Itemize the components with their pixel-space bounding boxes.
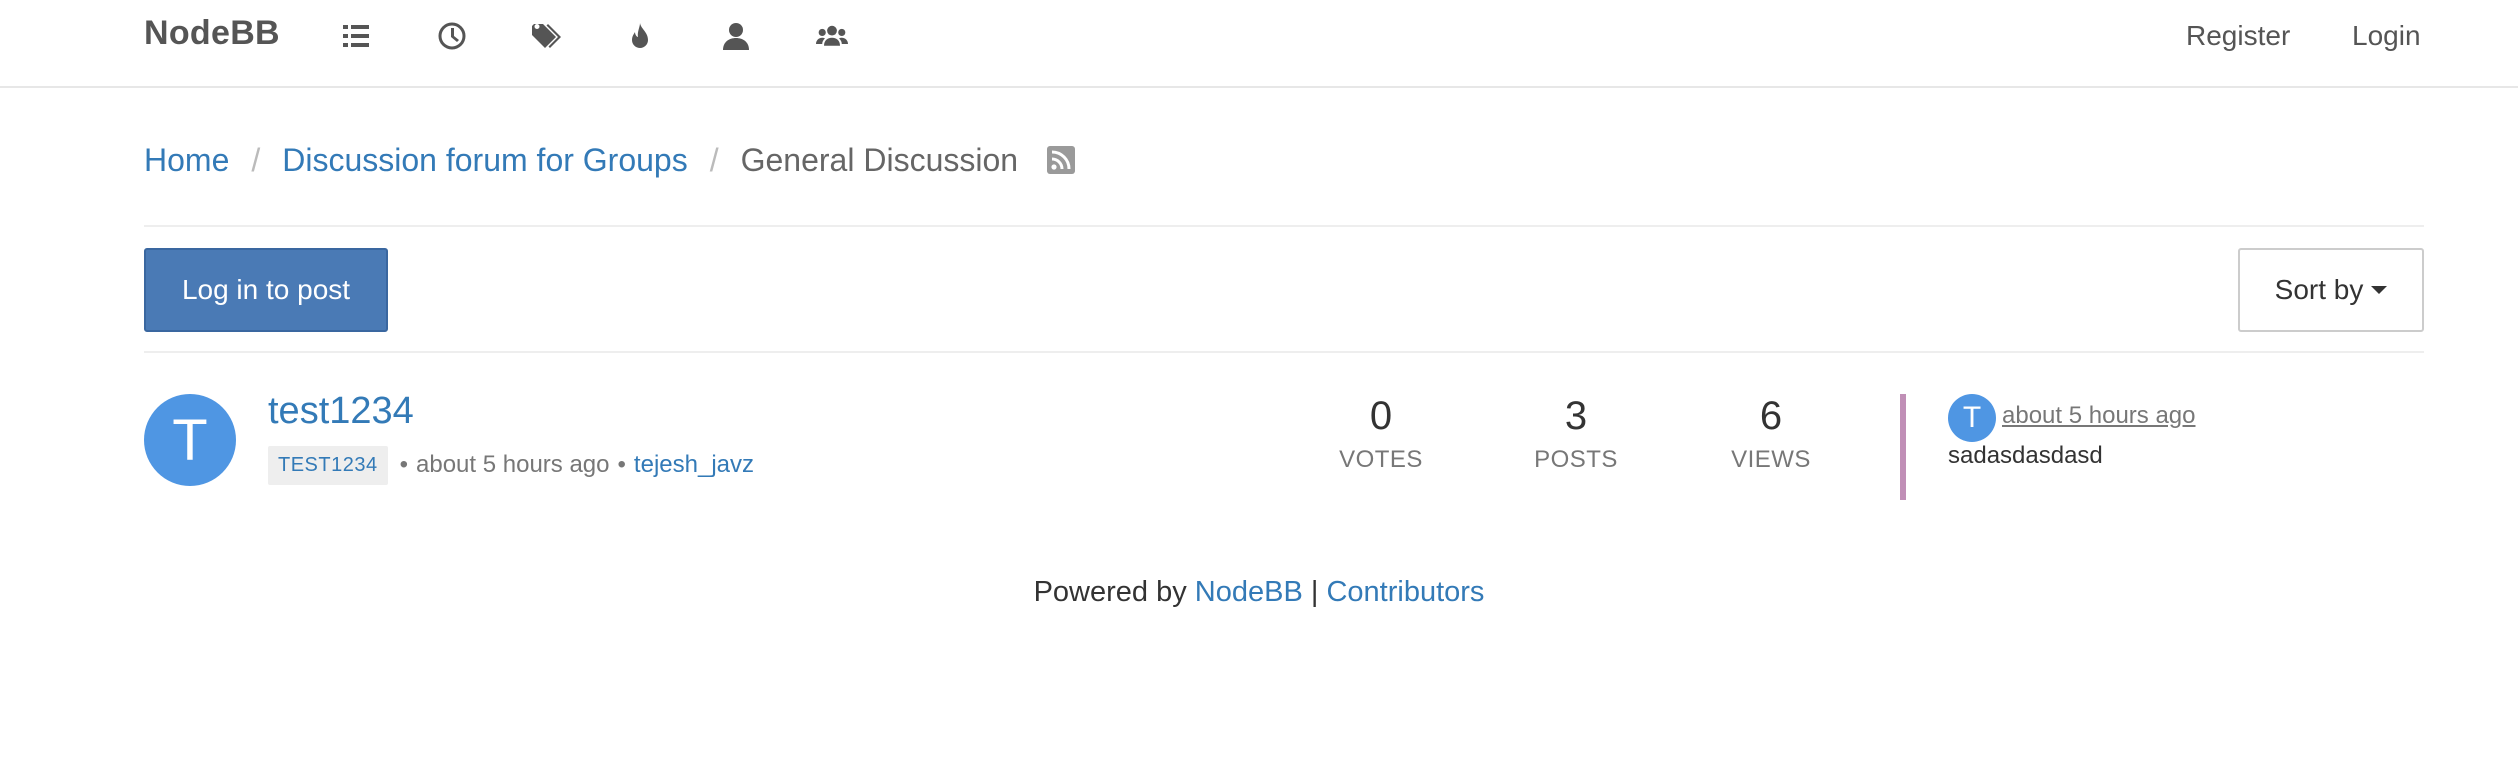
votes-stat: 0 VOTES bbox=[1311, 392, 1451, 474]
avatar[interactable]: T bbox=[144, 394, 236, 486]
breadcrumb-separator: / bbox=[709, 141, 719, 178]
topic-tag[interactable]: TEST1234 bbox=[268, 445, 388, 485]
categories-icon[interactable] bbox=[338, 18, 374, 54]
footer: Powered by NodeBB | Contributors bbox=[0, 576, 2518, 609]
breadcrumb-home[interactable]: Home bbox=[144, 142, 229, 179]
breadcrumb-separator: / bbox=[251, 141, 261, 178]
meta-dot: • bbox=[399, 451, 409, 478]
views-count: 6 bbox=[1759, 394, 1783, 438]
brand-logo-link[interactable]: NodeBB bbox=[144, 14, 280, 53]
popular-icon[interactable] bbox=[622, 18, 658, 54]
category-color-bar bbox=[1900, 394, 1906, 500]
views-label: VIEWS bbox=[1731, 446, 1811, 473]
nodebb-link[interactable]: NodeBB bbox=[1195, 576, 1303, 608]
breadcrumb-parent-category[interactable]: Discussion forum for Groups bbox=[282, 142, 687, 179]
topic-timestamp: about 5 hours ago bbox=[416, 451, 610, 478]
groups-icon[interactable] bbox=[814, 18, 850, 54]
meta-dot: • bbox=[617, 451, 626, 478]
posts-label: POSTS bbox=[1534, 446, 1618, 473]
posts-count: 3 bbox=[1564, 394, 1588, 438]
footer-separator: | bbox=[1310, 576, 1319, 608]
tags-icon[interactable] bbox=[528, 18, 564, 54]
footer-prefix: Powered by bbox=[1033, 576, 1187, 608]
sort-by-label: Sort by bbox=[2274, 274, 2364, 305]
breadcrumb: Home / Discussion forum for Groups / Gen… bbox=[144, 138, 1076, 182]
votes-label: VOTES bbox=[1339, 446, 1423, 473]
teaser-avatar[interactable]: T bbox=[1948, 394, 1996, 442]
teaser-content: sadasdasdasd bbox=[1948, 442, 2103, 469]
votes-count: 0 bbox=[1369, 394, 1393, 438]
login-link[interactable]: Login bbox=[2352, 20, 2421, 52]
users-icon[interactable] bbox=[718, 18, 754, 54]
views-stat: 6 VIEWS bbox=[1701, 392, 1841, 474]
divider bbox=[144, 225, 2424, 227]
topic-title[interactable]: test1234 bbox=[268, 390, 414, 433]
teaser-timestamp-link[interactable]: about 5 hours ago bbox=[2002, 402, 2196, 430]
breadcrumb-current-category: General Discussion bbox=[740, 141, 1019, 178]
rss-icon[interactable] bbox=[1046, 145, 1076, 175]
posts-stat: 3 POSTS bbox=[1506, 392, 1646, 474]
login-to-post-button[interactable]: Log in to post bbox=[144, 248, 388, 332]
recent-icon[interactable] bbox=[434, 18, 470, 54]
divider bbox=[144, 351, 2424, 353]
chevron-down-icon bbox=[2371, 286, 2388, 294]
topic-meta: TEST1234 • about 5 hours ago • tejesh_ja… bbox=[268, 445, 754, 485]
contributors-link[interactable]: Contributors bbox=[1326, 576, 1484, 608]
top-navbar: NodeBB Register Login bbox=[0, 0, 2518, 88]
sort-by-button[interactable]: Sort by bbox=[2238, 248, 2424, 332]
topic-author-link[interactable]: tejesh_javz bbox=[634, 451, 754, 479]
register-link[interactable]: Register bbox=[2186, 20, 2290, 52]
